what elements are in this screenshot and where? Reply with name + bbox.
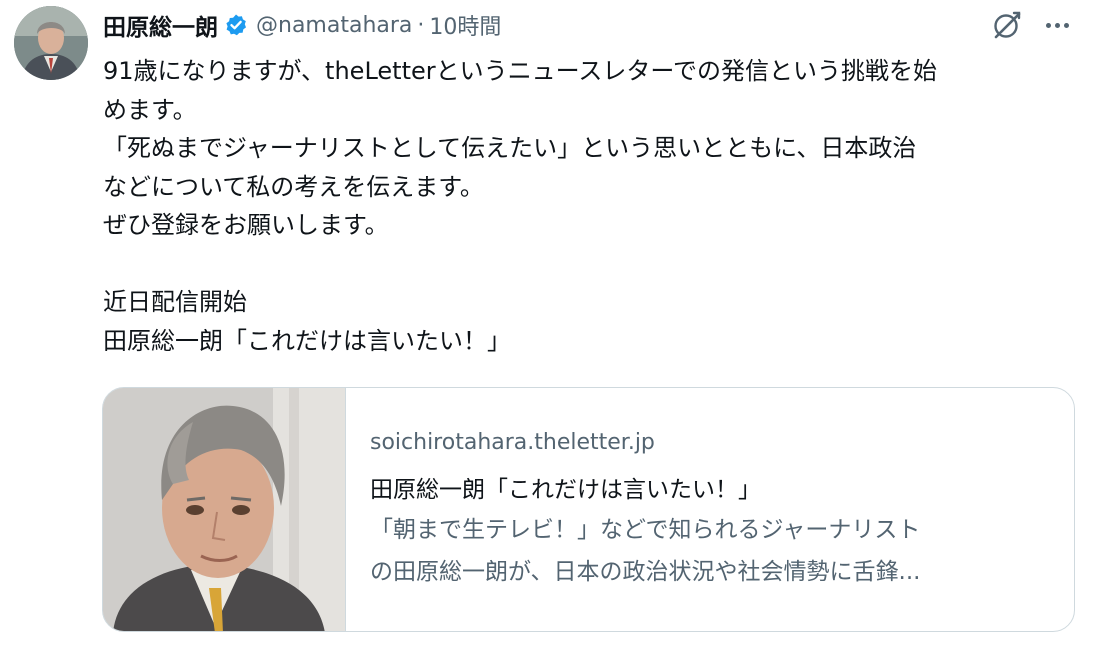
tweet-line: 91歳になりますが、theLetterというニュースレターでの発信という挑戦を始 bbox=[103, 57, 937, 85]
separator-dot: · bbox=[417, 12, 425, 38]
tweet-line: 近日配信開始 bbox=[103, 288, 247, 316]
tweet-line: めます。 bbox=[103, 95, 197, 124]
card-body: soichirotahara.theletter.jp 田原総一朗「これだけは言… bbox=[370, 430, 1060, 593]
card-description: 「朝まで生テレビ！」などで知られるジャーナリスト の田原総一朗が、日本の政治状況… bbox=[370, 509, 1060, 593]
portrait-photo bbox=[103, 388, 345, 631]
verified-badge-icon bbox=[224, 13, 248, 37]
more-options-icon[interactable] bbox=[1038, 10, 1076, 40]
link-preview-card[interactable]: soichirotahara.theletter.jp 田原総一朗「これだけは言… bbox=[102, 387, 1075, 632]
card-thumbnail[interactable] bbox=[103, 388, 346, 631]
grok-icon[interactable] bbox=[990, 8, 1024, 42]
tweet-text: 91歳になりますが、theLetterというニュースレターでの発信という挑戦を始… bbox=[103, 52, 1078, 360]
card-description-line: の田原総一朗が、日本の政治状況や社会情勢に舌鋒... bbox=[370, 559, 921, 585]
avatar-photo bbox=[14, 6, 88, 80]
tweet-header: 田原総一朗 @namatahara · 10時間 bbox=[103, 8, 501, 42]
display-name[interactable]: 田原総一朗 bbox=[103, 8, 218, 42]
more-dot bbox=[1054, 22, 1060, 28]
handle[interactable]: @namatahara bbox=[256, 13, 412, 38]
avatar[interactable] bbox=[14, 6, 88, 80]
card-description-line: 「朝まで生テレビ！」などで知られるジャーナリスト bbox=[370, 517, 921, 543]
tweet-line: 田原総一朗「これだけは言いたい！」 bbox=[103, 326, 511, 355]
card-domain: soichirotahara.theletter.jp bbox=[370, 430, 655, 455]
tweet-line: などについて私の考えを伝えます。 bbox=[103, 172, 484, 201]
tweet-line: 「死ぬまでジャーナリストとして伝えたい」という思いとともに、日本政治 bbox=[103, 134, 917, 162]
more-dot bbox=[1045, 22, 1051, 28]
more-dot bbox=[1063, 22, 1069, 28]
timestamp[interactable]: 10時間 bbox=[429, 9, 501, 41]
tweet-line: ぜひ登録をお願いします。 bbox=[103, 211, 389, 239]
card-title: 田原総一朗「これだけは言いたい！」 bbox=[370, 477, 761, 503]
